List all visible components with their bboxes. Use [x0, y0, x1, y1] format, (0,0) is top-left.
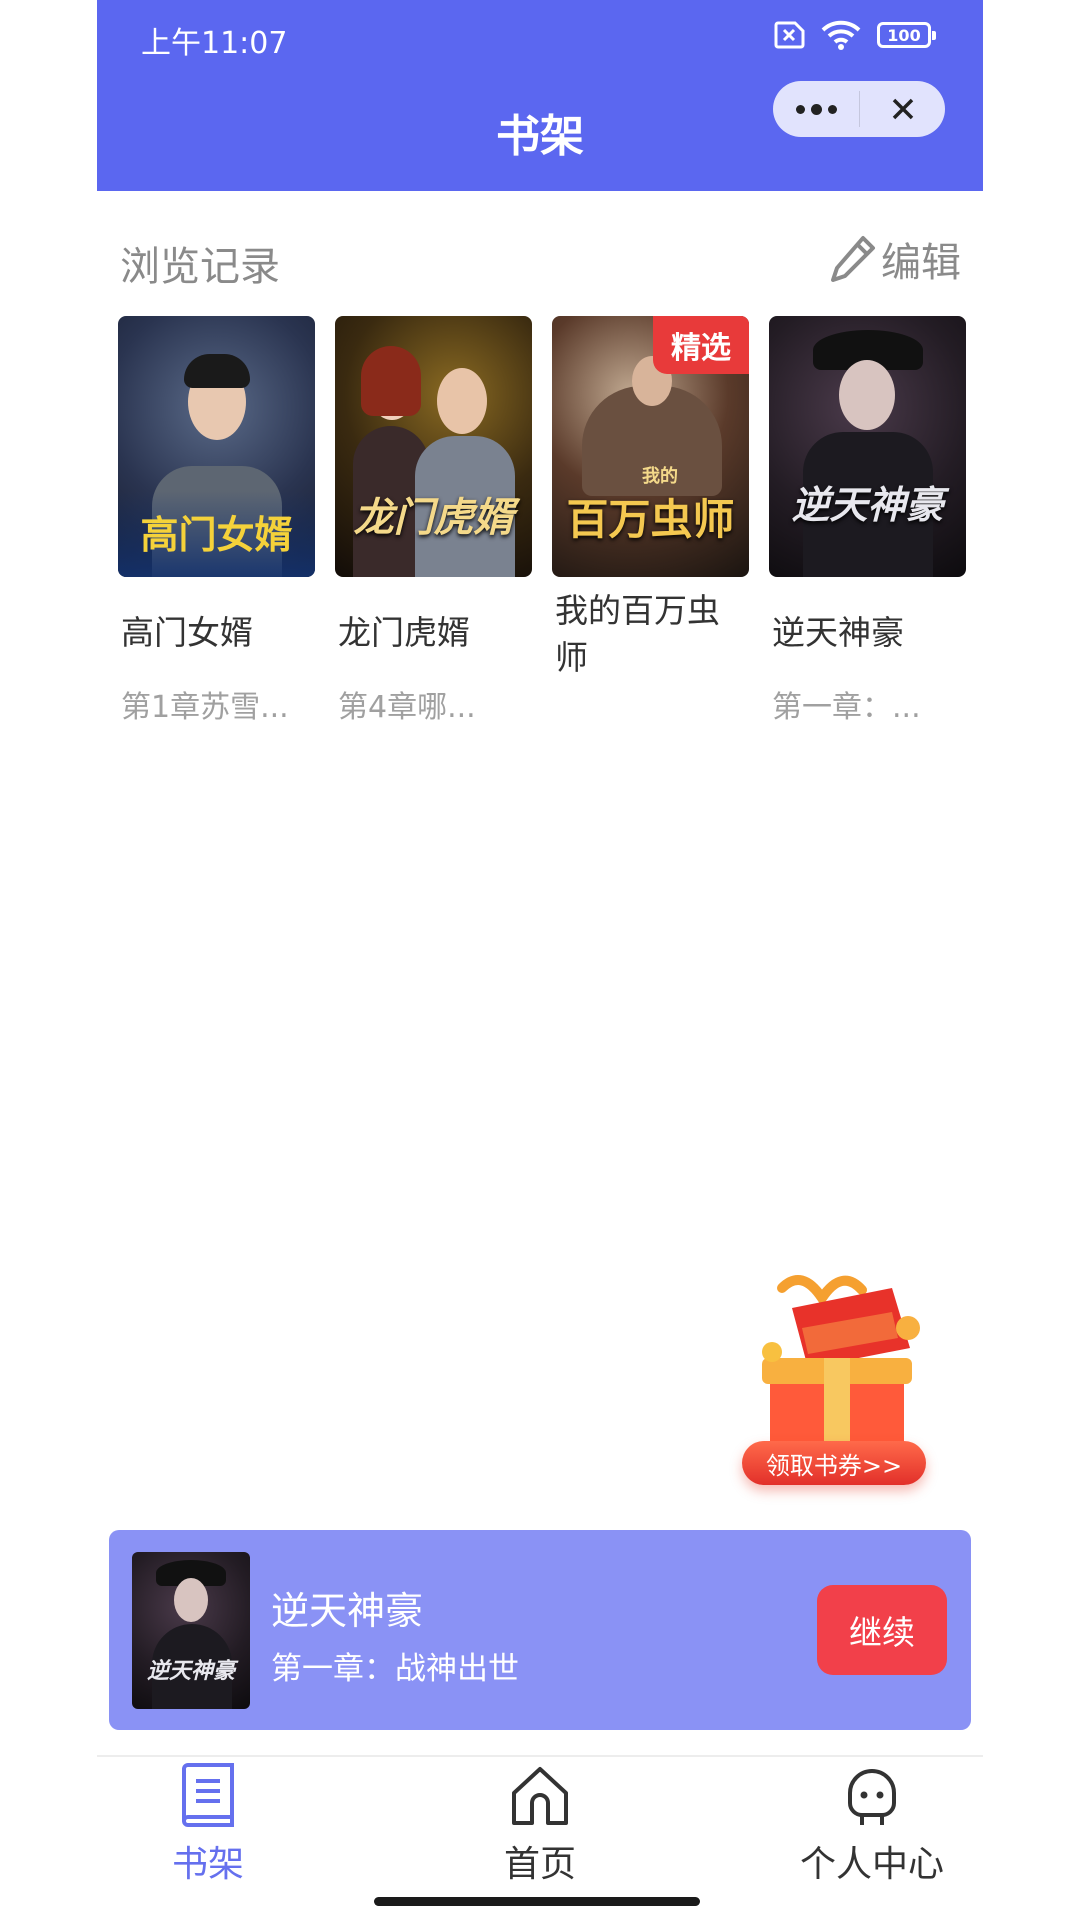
book-chapter: 第1章苏雪...: [121, 690, 289, 725]
dot: [795, 104, 805, 114]
status-icons: 100: [771, 20, 936, 50]
voucher-gift-label: 领取书券>>: [742, 1441, 926, 1485]
cover-title: 百万虫师: [566, 495, 735, 544]
history-title: 浏览记录: [120, 244, 280, 290]
dot: [810, 103, 822, 115]
tab-home[interactable]: 首页: [430, 1763, 650, 1887]
cover-figure: [174, 1578, 208, 1622]
bottom-tab-bar: 书架 首页 个人中心: [97, 1755, 983, 1920]
book-icon: [182, 1763, 234, 1827]
cover-figure: [839, 360, 895, 430]
book-card[interactable]: 逆天神豪 逆天神豪 第一章：...: [769, 316, 966, 726]
cover-figure: [361, 346, 421, 416]
tab-profile[interactable]: 个人中心: [762, 1763, 982, 1887]
book-chapter: 第一章：...: [772, 690, 921, 725]
book-cover[interactable]: 我的 百万虫师 精选: [552, 316, 749, 577]
cover-title: 高门女婿: [140, 513, 293, 557]
book-card[interactable]: 龙门虎婿 龙门虎婿 第4章哪...: [335, 316, 532, 726]
profile-icon: [848, 1769, 896, 1825]
book-title: 龙门虎婿: [338, 613, 470, 652]
book-cover[interactable]: 逆天神豪: [769, 316, 966, 577]
sim-off-icon: [774, 21, 805, 49]
status-time: 上午11:07: [141, 26, 288, 61]
tab-label: 书架: [171, 1844, 244, 1885]
cover-figure: [184, 354, 250, 388]
dot: [827, 104, 837, 114]
home-icon: [512, 1767, 568, 1825]
app-header: 上午11:07 100 书架: [97, 0, 983, 191]
book-title: 我的百万虫师: [555, 591, 720, 677]
edit-label: 编辑: [881, 240, 961, 286]
continue-button[interactable]: 继续: [817, 1585, 947, 1675]
cover-title: 逆天神豪: [791, 483, 944, 527]
book-title: 高门女婿: [121, 613, 253, 652]
continue-reading-bar[interactable]: 逆天神豪 逆天神豪 第一章：战神出世 继续: [109, 1530, 971, 1730]
featured-badge: 精选: [653, 316, 749, 374]
continue-cover-title: 逆天神豪: [146, 1659, 235, 1684]
more-dots-icon[interactable]: [773, 81, 859, 137]
wifi-icon: [821, 20, 861, 50]
book-cover[interactable]: 高门女婿: [118, 316, 315, 577]
continue-book-chapter: 第一章：战神出世: [271, 1651, 519, 1687]
mini-program-capsule: [773, 81, 945, 137]
cover-small-title: 我的: [642, 466, 678, 487]
cover-title: 龙门虎婿: [353, 495, 514, 541]
battery-icon: 100: [877, 22, 936, 48]
book-title: 逆天神豪: [772, 613, 904, 652]
tab-label: 首页: [503, 1844, 576, 1885]
edit-button[interactable]: 编辑: [829, 230, 961, 288]
battery-level: 100: [887, 25, 921, 45]
close-icon[interactable]: [860, 81, 945, 137]
phone-screen: 上午11:07 100 书架 浏览记录 编辑 高门女婿 高门女婿 第1章苏雪..…: [97, 0, 983, 1920]
continue-book-title: 逆天神豪: [271, 1589, 424, 1633]
tab-label: 个人中心: [799, 1844, 944, 1885]
voucher-gift-button[interactable]: 领取书券>>: [742, 1268, 932, 1493]
book-card[interactable]: 高门女婿 高门女婿 第1章苏雪...: [118, 316, 315, 726]
gift-box-icon: [762, 1275, 920, 1448]
continue-book-cover: 逆天神豪: [132, 1552, 250, 1709]
cover-figure: [437, 368, 487, 434]
battery-tip: [932, 31, 936, 40]
book-cover[interactable]: 龙门虎婿: [335, 316, 532, 577]
pencil-icon: [831, 236, 875, 282]
book-card[interactable]: 我的 百万虫师 精选 我的百万虫师: [552, 316, 749, 681]
tab-bookshelf[interactable]: 书架: [98, 1763, 318, 1887]
home-indicator: [374, 1897, 700, 1906]
book-chapter: 第4章哪...: [338, 690, 476, 725]
